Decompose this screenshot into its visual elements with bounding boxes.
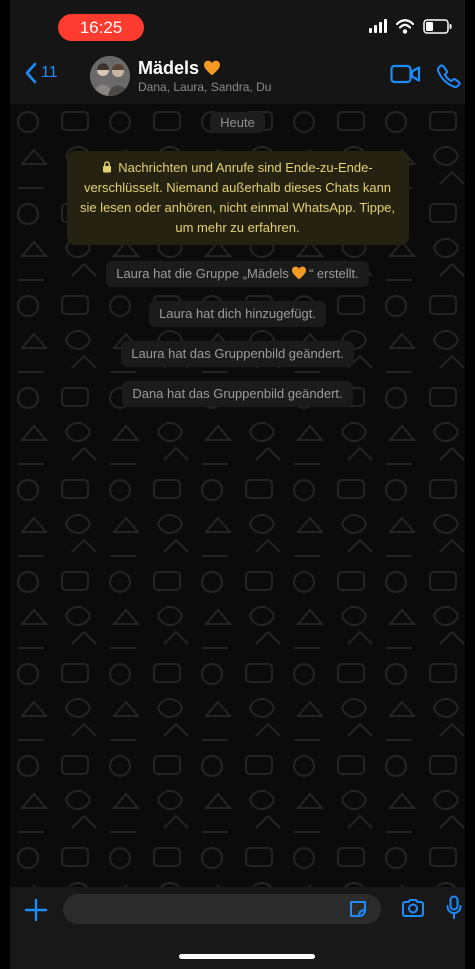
chat-area[interactable]: Heute Nachrichten und Anrufe sind Ende-z… xyxy=(10,104,465,887)
back-count: 11 xyxy=(41,64,58,81)
message-list: Heute Nachrichten und Anrufe sind Ende-z… xyxy=(10,104,465,887)
system-message-laura-photo: Laura hat das Gruppenbild geändert. xyxy=(121,341,354,367)
sticker-icon[interactable] xyxy=(348,899,368,919)
system-message-added: Laura hat dich hinzugefügt. xyxy=(149,301,326,327)
left-bezel xyxy=(0,0,10,969)
plus-icon[interactable] xyxy=(24,898,48,922)
battery-icon xyxy=(423,18,452,34)
system-message-group-created: Laura hat die Gruppe „Mädels “ erstellt. xyxy=(106,261,369,287)
header-actions xyxy=(390,64,465,88)
group-created-text-start: Laura hat die Gruppe „Mädels xyxy=(116,266,289,281)
video-call-icon[interactable] xyxy=(390,64,421,84)
lock-icon xyxy=(103,161,112,173)
status-bar: 16:25 xyxy=(10,0,465,54)
status-time: 16:25 xyxy=(58,14,144,41)
microphone-icon[interactable] xyxy=(446,895,462,920)
system-message-dana-photo: Dana hat das Gruppenbild geändert. xyxy=(122,381,353,407)
chat-header: 11 Mädels Dana, Laura, Sandra, Du xyxy=(10,54,465,104)
orange-heart-icon xyxy=(291,266,306,280)
system-messages: Laura hat die Gruppe „Mädels “ erstellt.… xyxy=(106,261,369,407)
wifi-icon xyxy=(395,19,415,34)
group-members: Dana, Laura, Sandra, Du xyxy=(138,80,272,94)
phone-screen: 16:25 11 Mädels Dana, Laura, Sandra, Du … xyxy=(0,0,475,969)
encryption-notice-text: Nachrichten und Anrufe sind Ende-zu-Ende… xyxy=(79,160,396,235)
phone-icon[interactable] xyxy=(437,64,461,88)
back-button[interactable]: 11 xyxy=(24,62,58,84)
chat-title-block[interactable]: Mädels Dana, Laura, Sandra, Du xyxy=(138,57,271,95)
signal-icon xyxy=(369,19,387,33)
right-bezel xyxy=(465,0,475,969)
group-avatar[interactable] xyxy=(90,56,130,96)
encryption-notice[interactable]: Nachrichten und Anrufe sind Ende-zu-Ende… xyxy=(66,151,409,245)
group-name-row: Mädels xyxy=(138,57,271,79)
orange-heart-icon xyxy=(204,60,221,76)
group-created-text-end: “ erstellt. xyxy=(308,266,359,281)
date-separator: Heute xyxy=(210,112,265,133)
camera-icon[interactable] xyxy=(401,898,425,918)
status-icons xyxy=(369,18,453,34)
home-indicator[interactable] xyxy=(179,954,315,959)
back-chevron-icon xyxy=(25,62,37,84)
message-input[interactable] xyxy=(63,894,381,924)
message-composer xyxy=(10,887,465,969)
group-name: Mädels xyxy=(138,58,200,78)
